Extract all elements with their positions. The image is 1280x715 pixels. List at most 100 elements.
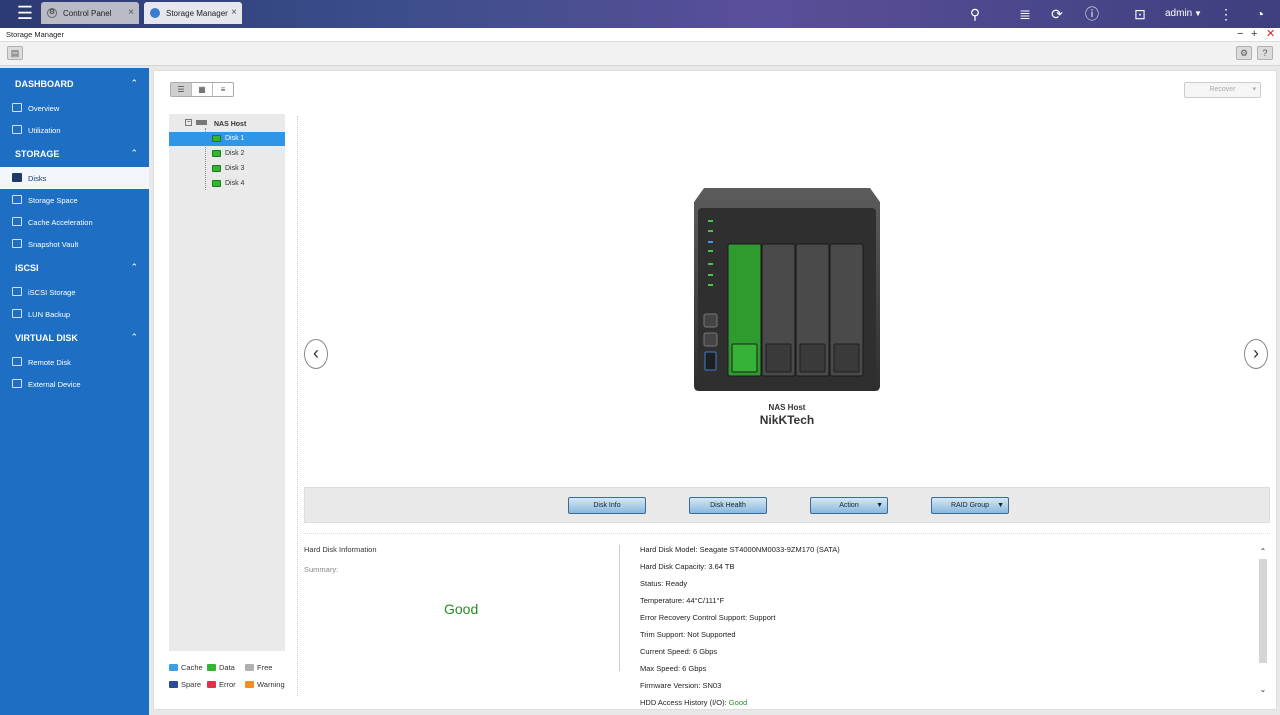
help-icon[interactable]: ? xyxy=(1257,46,1273,60)
more-icon[interactable]: ⋮ xyxy=(1217,5,1235,23)
info-status: Status: Ready xyxy=(640,579,688,588)
info-temperature: Temperature: 44°C/111°F xyxy=(640,596,725,605)
button-label: Disk Health xyxy=(710,502,746,509)
close-icon[interactable]: × xyxy=(128,7,134,18)
sidebar-item-snapshot-vault[interactable]: Snapshot Vault xyxy=(0,233,149,255)
section-dashboard[interactable]: DASHBOARD ⌃ xyxy=(0,73,149,95)
summary-value: Good xyxy=(444,601,479,617)
tree-node-label: Disk 4 xyxy=(225,180,245,187)
collapse-icon[interactable]: − xyxy=(185,119,192,126)
tab-storage-manager[interactable]: Storage Manager × xyxy=(144,2,242,24)
minimize-icon[interactable]: − xyxy=(1237,28,1243,41)
close-icon[interactable]: ✕ xyxy=(1266,28,1275,41)
chevron-left-icon[interactable]: ‹ xyxy=(304,339,328,369)
sidebar-item-remote-disk[interactable]: Remote Disk xyxy=(0,351,149,373)
user-name[interactable]: admin xyxy=(1165,8,1192,19)
button-label: Action xyxy=(839,502,859,509)
dashboard-icon[interactable]: ◔ xyxy=(1251,5,1269,23)
tree-node-disk-2[interactable]: Disk 2 xyxy=(169,147,285,161)
tree-node-disk-4[interactable]: Disk 4 xyxy=(169,177,285,191)
tree-node-disk-3[interactable]: Disk 3 xyxy=(169,162,285,176)
sync-icon[interactable]: ⟳ xyxy=(1048,5,1066,23)
tree-root-nas-host[interactable]: − NAS Host xyxy=(169,115,285,129)
chevron-up-icon[interactable]: ⌃ xyxy=(130,148,138,159)
tree-node-label: Disk 2 xyxy=(225,150,245,157)
storage-icon xyxy=(150,8,160,18)
toolbar: ▤ ⚙ ? xyxy=(0,42,1280,66)
disk-icon xyxy=(212,180,221,187)
external-device-icon xyxy=(12,379,22,388)
section-virtual-disk[interactable]: VIRTUAL DISK ⌃ xyxy=(0,327,149,349)
main-panel: ☰ ▦ ≡ Recover ▾ − NAS Host Disk 1 Disk 2… xyxy=(153,70,1277,710)
list-view-icon[interactable]: ☰ xyxy=(171,83,192,96)
detail-view-icon[interactable]: ≡ xyxy=(213,83,233,96)
section-label: STORAGE xyxy=(15,149,60,159)
sidebar-item-storage-space[interactable]: Storage Space xyxy=(0,189,149,211)
chevron-up-icon[interactable]: ⌃ xyxy=(130,332,138,343)
grid-view-icon[interactable]: ▦ xyxy=(192,83,213,96)
recover-label: Recover xyxy=(1209,86,1236,93)
disk-icon xyxy=(212,165,221,172)
sidebar-item-lun-backup[interactable]: LUN Backup xyxy=(0,303,149,325)
tree-node-label: Disk 3 xyxy=(225,165,245,172)
scrollbar[interactable]: ⌃ ⌄ xyxy=(1258,547,1268,697)
section-label: iSCSI xyxy=(15,263,39,273)
divider xyxy=(304,533,1270,534)
close-icon[interactable]: × xyxy=(231,7,237,18)
view-toggle: ☰ ▦ ≡ xyxy=(170,82,234,97)
section-storage[interactable]: STORAGE ⌃ xyxy=(0,143,149,165)
sidebar-item-iscsi-storage[interactable]: iSCSI Storage xyxy=(0,281,149,303)
recover-button[interactable]: Recover ▾ xyxy=(1184,82,1261,98)
sidebar-item-label: Remote Disk xyxy=(28,358,71,367)
window-icon[interactable]: ▤ xyxy=(7,46,23,60)
raid-group-dropdown[interactable]: RAID Group ▼ xyxy=(931,497,1009,514)
summary-label: Summary: xyxy=(304,565,339,574)
stack-icon[interactable]: ≣ xyxy=(1016,5,1034,23)
user-icon[interactable]: ⊡ xyxy=(1131,5,1149,23)
sidebar-item-label: Utilization xyxy=(28,126,61,135)
legend-cache: Cache xyxy=(169,663,203,672)
sidebar-item-utilization[interactable]: Utilization xyxy=(0,119,149,141)
remote-disk-icon xyxy=(12,357,22,366)
chevron-up-icon[interactable]: ⌃ xyxy=(130,78,138,89)
button-label: Disk Info xyxy=(593,502,621,509)
menu-icon[interactable]: ☰ xyxy=(13,4,37,22)
disk-icon xyxy=(12,173,22,182)
settings-icon[interactable]: ⚙ xyxy=(1236,46,1252,60)
legend-label: Data xyxy=(219,663,235,672)
divider xyxy=(619,545,620,671)
sidebar-item-external-device[interactable]: External Device xyxy=(0,373,149,395)
sidebar-item-label: Overview xyxy=(28,104,60,113)
scrollbar-thumb[interactable] xyxy=(1259,559,1267,663)
disk-health-button[interactable]: Disk Health xyxy=(689,497,767,514)
disk-info-button[interactable]: Disk Info xyxy=(568,497,646,514)
info-capacity: Hard Disk Capacity: 3.64 TB xyxy=(640,562,735,571)
info-firmware: Firmware Version: SN03 xyxy=(640,681,722,690)
action-dropdown[interactable]: Action ▼ xyxy=(810,497,888,514)
sidebar-item-overview[interactable]: Overview xyxy=(0,97,149,119)
tab-control-panel[interactable]: ⚙ Control Panel × xyxy=(41,2,139,24)
chevron-down-icon[interactable]: ⌄ xyxy=(1258,685,1268,695)
backup-icon xyxy=(12,309,22,318)
chart-icon xyxy=(12,125,22,134)
search-icon[interactable]: ⚲ xyxy=(966,5,984,23)
cache-swatch-icon xyxy=(169,664,178,671)
chevron-down-icon[interactable]: ▼ xyxy=(1194,9,1202,18)
window-titlebar: Storage Manager − + ✕ xyxy=(0,28,1280,42)
info-hdd-history: HDD Access History (I/O): Good xyxy=(640,698,747,707)
sidebar-item-disks[interactable]: Disks xyxy=(0,167,149,189)
tab-label: Control Panel xyxy=(63,8,112,18)
chevron-down-icon: ▾ xyxy=(1252,86,1256,93)
top-bar: ☰ ⚙ Control Panel × Storage Manager × ⚲ … xyxy=(0,0,1280,28)
maximize-icon[interactable]: + xyxy=(1251,28,1257,41)
device-subtitle: NAS Host xyxy=(768,403,806,412)
chevron-up-icon[interactable]: ⌃ xyxy=(1258,547,1268,557)
chevron-up-icon[interactable]: ⌃ xyxy=(130,262,138,273)
sidebar-item-cache-acceleration[interactable]: Cache Acceleration xyxy=(0,211,149,233)
overview-icon xyxy=(12,103,22,112)
tree-node-disk-1[interactable]: Disk 1 xyxy=(169,132,285,146)
info-icon[interactable]: ⓘ xyxy=(1083,5,1101,23)
section-iscsi[interactable]: iSCSI ⌃ xyxy=(0,257,149,279)
chevron-right-icon[interactable]: › xyxy=(1244,339,1268,369)
free-swatch-icon xyxy=(245,664,254,671)
